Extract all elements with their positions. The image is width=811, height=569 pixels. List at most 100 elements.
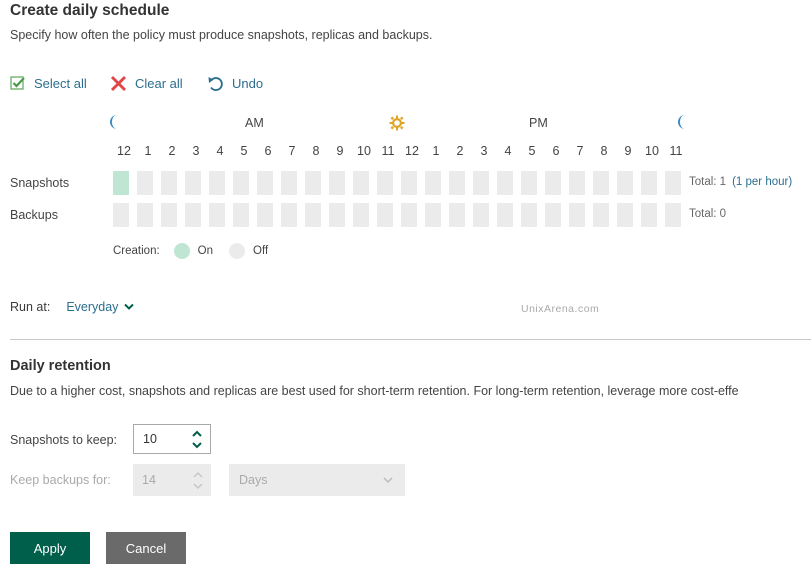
hour-label: 12 [405, 144, 419, 158]
backup-hour-cell[interactable] [569, 203, 585, 227]
hour-labels: 12 1 2 3 4 5 6 7 8 9 10 11 12 1 2 3 4 5 6 7 8 9 10 11 [112, 144, 688, 158]
snapshot-hour-cell[interactable] [305, 171, 321, 195]
page-title: Create daily schedule [10, 2, 170, 19]
retention-description: Due to a higher cost, snapshots and repl… [10, 384, 739, 398]
backup-hour-cell[interactable] [545, 203, 561, 227]
legend-off-swatch [229, 243, 246, 259]
run-at-row: Run at: Everyday [10, 300, 135, 314]
backups-row-label: Backups [10, 208, 58, 222]
snapshot-hour-cell[interactable] [281, 171, 297, 195]
snapshots-to-keep-stepper[interactable]: 10 [133, 424, 211, 454]
hour-label: 3 [480, 144, 488, 158]
snapshot-hour-cell[interactable] [641, 171, 657, 195]
backup-hour-cell[interactable] [377, 203, 393, 227]
backups-hour-cells [113, 203, 689, 227]
snapshot-hour-cell[interactable] [233, 171, 249, 195]
apply-button[interactable]: Apply [10, 532, 90, 564]
chevron-up-icon[interactable] [192, 430, 202, 438]
backup-hour-cell[interactable] [353, 203, 369, 227]
snapshot-hour-cell[interactable] [113, 171, 129, 195]
snapshot-hour-cell[interactable] [425, 171, 441, 195]
snapshot-hour-cell[interactable] [521, 171, 537, 195]
snapshots-rate-link[interactable]: (1 per hour) [732, 176, 792, 188]
keep-backups-value[interactable]: 14 [142, 473, 156, 487]
backup-hour-cell[interactable] [665, 203, 681, 227]
hour-label: 6 [264, 144, 272, 158]
hour-label: 11 [381, 144, 395, 158]
snapshots-hour-cells [113, 171, 689, 195]
snapshots-to-keep-value[interactable]: 10 [143, 432, 157, 446]
backup-hour-cell[interactable] [161, 203, 177, 227]
snapshot-hour-cell[interactable] [329, 171, 345, 195]
hour-label: 10 [357, 144, 371, 158]
snapshot-hour-cell[interactable] [473, 171, 489, 195]
snapshot-hour-cell[interactable] [209, 171, 225, 195]
clear-all-button[interactable]: Clear all [110, 75, 183, 92]
chevron-down-icon[interactable] [193, 482, 203, 490]
snapshot-hour-cell[interactable] [449, 171, 465, 195]
snapshot-hour-cell[interactable] [665, 171, 681, 195]
checkbox-checked-icon [10, 75, 26, 91]
backup-hour-cell[interactable] [521, 203, 537, 227]
clear-all-label: Clear all [135, 76, 183, 91]
backup-hour-cell[interactable] [641, 203, 657, 227]
cancel-button[interactable]: Cancel [106, 532, 186, 564]
legend-off-label: Off [253, 245, 269, 257]
backup-hour-cell[interactable] [329, 203, 345, 227]
backup-hour-cell[interactable] [401, 203, 417, 227]
snapshot-hour-cell[interactable] [569, 171, 585, 195]
creation-legend: Creation: On Off [113, 243, 268, 259]
snapshot-hour-cell[interactable] [497, 171, 513, 195]
hour-label: 5 [240, 144, 248, 158]
backup-hour-cell[interactable] [185, 203, 201, 227]
snapshot-hour-cell[interactable] [401, 171, 417, 195]
backup-hour-cell[interactable] [449, 203, 465, 227]
pm-label: PM [529, 116, 548, 130]
snapshot-hour-cell[interactable] [545, 171, 561, 195]
close-icon [110, 75, 127, 92]
snapshot-hour-cell[interactable] [257, 171, 273, 195]
snapshot-hour-cell[interactable] [593, 171, 609, 195]
backup-hour-cell[interactable] [137, 203, 153, 227]
snapshot-hour-cell[interactable] [353, 171, 369, 195]
backup-unit-select[interactable]: Days [229, 464, 405, 496]
undo-icon [207, 75, 224, 92]
backup-hour-cell[interactable] [113, 203, 129, 227]
backup-hour-cell[interactable] [593, 203, 609, 227]
backup-hour-cell[interactable] [617, 203, 633, 227]
chevron-down-icon[interactable] [192, 441, 202, 449]
chevron-up-icon[interactable] [193, 471, 203, 479]
backup-hour-cell[interactable] [209, 203, 225, 227]
run-at-dropdown[interactable]: Everyday [66, 300, 118, 314]
hour-label: 7 [288, 144, 296, 158]
snapshot-hour-cell[interactable] [185, 171, 201, 195]
hour-label: 9 [624, 144, 632, 158]
hour-label: 8 [312, 144, 320, 158]
snapshot-hour-cell[interactable] [377, 171, 393, 195]
backup-hour-cell[interactable] [233, 203, 249, 227]
hour-label: 11 [669, 144, 683, 158]
backup-hour-cell[interactable] [425, 203, 441, 227]
backup-unit-value: Days [239, 473, 268, 487]
backup-hour-cell[interactable] [473, 203, 489, 227]
keep-backups-stepper[interactable]: 14 [133, 464, 211, 496]
select-all-button[interactable]: Select all [10, 75, 87, 91]
sun-icon [389, 115, 405, 134]
select-all-label: Select all [34, 75, 87, 91]
chevron-down-icon[interactable] [124, 300, 135, 314]
backup-hour-cell[interactable] [497, 203, 513, 227]
snapshot-hour-cell[interactable] [137, 171, 153, 195]
backup-hour-cell[interactable] [281, 203, 297, 227]
undo-button[interactable]: Undo [207, 75, 263, 92]
hour-label: 3 [192, 144, 200, 158]
hour-label: 12 [117, 144, 131, 158]
watermark: UnixArena.com [521, 303, 600, 315]
legend-on-label: On [197, 245, 214, 257]
backup-hour-cell[interactable] [305, 203, 321, 227]
snapshot-hour-cell[interactable] [617, 171, 633, 195]
hour-label: 2 [456, 144, 464, 158]
backup-hour-cell[interactable] [257, 203, 273, 227]
hour-label: 6 [552, 144, 560, 158]
am-label: AM [245, 116, 264, 130]
snapshot-hour-cell[interactable] [161, 171, 177, 195]
